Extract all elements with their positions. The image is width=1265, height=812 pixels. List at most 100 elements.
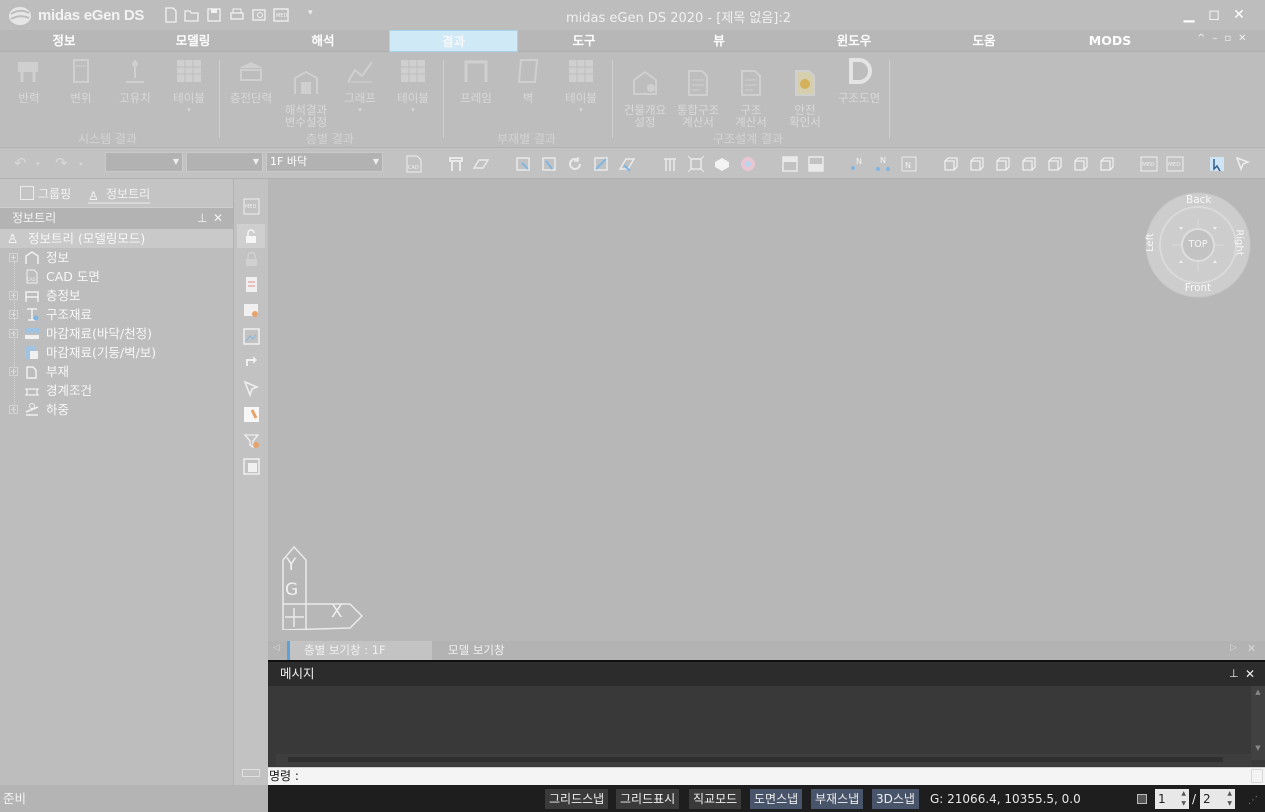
displacement-button[interactable]: 변위 [60, 56, 102, 104]
menu-results[interactable]: 결과 [389, 30, 518, 52]
slab-view-icon[interactable] [472, 155, 490, 173]
node-link-icon[interactable]: N [874, 155, 892, 173]
view-iso-1-icon[interactable] [942, 155, 960, 173]
med-icon[interactable]: MED [243, 198, 260, 215]
page-checkbox[interactable] [1137, 794, 1147, 804]
med-import-icon[interactable]: MED [1166, 155, 1184, 173]
zoom-fit-icon[interactable] [687, 155, 705, 173]
menu-view[interactable]: 뷰 [649, 30, 789, 52]
select-cross-icon[interactable] [592, 155, 610, 173]
column-view-icon[interactable] [447, 155, 465, 173]
highlight-icon[interactable] [243, 406, 260, 423]
graph-button[interactable]: 그래프 ▾ [338, 56, 382, 116]
filter-select-icon[interactable] [243, 432, 260, 449]
command-line[interactable]: 명령 : [268, 767, 1265, 785]
toggle-3d-snap[interactable]: 3D스냅 [872, 789, 919, 809]
menu-help[interactable]: 도움 [919, 30, 1049, 52]
toggle-drawing-snap[interactable]: 도면스냅 [750, 789, 803, 809]
refresh-icon[interactable] [566, 155, 584, 173]
select-window-icon[interactable] [514, 155, 532, 173]
story-shear-button[interactable]: 층전단력 [226, 56, 276, 104]
view-cube-back[interactable]: Back [1186, 194, 1212, 206]
lock-icon[interactable] [243, 251, 260, 268]
structural-calc-button[interactable]: 구조 계산서 [728, 56, 774, 140]
ribbon-window-controls[interactable]: ^–▫✕ [1197, 33, 1254, 44]
tree-item-story[interactable]: + 층정보 [0, 286, 233, 305]
panel-close-icon[interactable]: ✕ [213, 208, 223, 229]
view-cube-top[interactable]: TOP [1186, 239, 1210, 250]
image-window-icon[interactable] [243, 328, 260, 345]
message-pin-icon[interactable]: ⊥ [1229, 662, 1239, 686]
resize-grip-icon[interactable]: ⋰ [1248, 795, 1258, 806]
view-cube-right[interactable]: Right [1234, 229, 1245, 255]
safety-check-button[interactable]: 안전 확인서 [782, 56, 828, 140]
cad-icon[interactable]: CAD [405, 155, 423, 173]
view-back-icon[interactable] [1020, 155, 1038, 173]
tab-model-view[interactable]: 모델 보기창 [448, 641, 548, 660]
menu-analysis[interactable]: 해석 [258, 30, 388, 52]
member-table-button[interactable]: 테이블 ▾ [558, 56, 604, 116]
node-grid-icon[interactable]: N [900, 155, 918, 173]
message-close-icon[interactable]: ✕ [1245, 662, 1255, 686]
floor-combo[interactable]: 1F 바닥 ▼ [266, 152, 383, 172]
model-canvas[interactable]: Back Front Left Right TOP Y G X [268, 179, 1265, 641]
tab-info-tree[interactable]: ♙ 정보트리 [88, 184, 151, 204]
undo-dropdown-icon[interactable]: ▾ [36, 160, 40, 168]
toggle-member-snap[interactable]: 부재스냅 [811, 789, 864, 809]
message-hscrollbar[interactable] [276, 754, 1251, 766]
window-select-icon[interactable] [243, 458, 260, 475]
solid-view-icon[interactable] [713, 155, 731, 173]
pointer-icon[interactable] [1208, 155, 1226, 173]
page-current-spinner[interactable]: 1 ▲ ▼ [1155, 789, 1189, 809]
unit-force-combo[interactable]: ▼ [105, 152, 183, 172]
menu-info[interactable]: 정보 [0, 30, 128, 52]
menu-tools[interactable]: 도구 [519, 30, 649, 52]
scroll-right-icon[interactable]: ▷ [1230, 643, 1237, 653]
frame-display-icon[interactable] [661, 155, 679, 173]
wall-button[interactable]: 벽 [508, 56, 548, 104]
tree-item-finish-floor[interactable]: + 마감재료(바닥/천정) [0, 324, 233, 343]
tab-grouping[interactable]: 그룹핑 [20, 184, 71, 204]
view-iso-2-icon[interactable] [968, 155, 986, 173]
redo-dropdown-icon[interactable]: ▾ [79, 160, 83, 168]
eigenvalue-button[interactable]: 고유치 [112, 56, 158, 104]
menu-modeling[interactable]: 모델링 [128, 30, 258, 52]
tree-item-cad[interactable]: CAD CAD 도면 [0, 267, 233, 286]
view-front-icon[interactable] [994, 155, 1012, 173]
select-plane-icon[interactable] [618, 155, 636, 173]
tree-root[interactable]: ♙ 정보트리 (모델링모드) [0, 229, 233, 248]
view-left-icon[interactable] [1046, 155, 1064, 173]
tree-item-member[interactable]: + 부재 [0, 362, 233, 381]
toggle-grid-snap[interactable]: 그리드스냅 [545, 789, 609, 809]
reaction-button[interactable]: 반력 [8, 56, 50, 104]
structural-drawing-button[interactable]: 구조도면 [832, 56, 886, 104]
toggle-ortho-mode[interactable]: 직교모드 [689, 789, 742, 809]
tree-item-finish-column[interactable]: 마감재료(기둥/벽/보) [0, 343, 233, 362]
pin-icon[interactable]: ⊥ [197, 208, 207, 229]
frame-button[interactable]: 프레임 [452, 56, 500, 104]
system-table-button[interactable]: 테이블 ▾ [166, 56, 212, 116]
building-overview-button[interactable]: 건물개요 설정 [618, 56, 672, 140]
view-bottom-panel-icon[interactable] [807, 155, 825, 173]
menu-window[interactable]: 윈도우 [789, 30, 919, 52]
med-export-icon[interactable]: MED [1140, 155, 1158, 173]
minimize-icon[interactable]: ▁ [1180, 7, 1198, 23]
redo-icon[interactable]: ↷ [55, 154, 68, 172]
page-total-spinner[interactable]: 2 ▲ ▼ [1200, 789, 1235, 809]
tab-story-view[interactable]: 층별 보기창 : 1F [287, 641, 432, 660]
unlock-button[interactable] [237, 224, 265, 248]
view-top-panel-icon[interactable] [781, 155, 799, 173]
view-cube-left[interactable]: Left [1145, 233, 1156, 252]
tab-close-icon[interactable]: ✕ [1247, 642, 1256, 655]
collapse-toolbar-icon[interactable] [242, 769, 260, 777]
undo-icon[interactable]: ↶ [14, 154, 27, 172]
tree-item-info[interactable]: + 정보 [0, 248, 233, 267]
result-variable-button[interactable]: 해석결과 변수설정 [280, 56, 332, 140]
select-polygon-icon[interactable] [540, 155, 558, 173]
expand-icon[interactable]: + [9, 253, 18, 262]
unit-length-combo[interactable]: ▼ [186, 152, 263, 172]
scroll-left-icon[interactable]: ◁ [273, 643, 280, 653]
tree-item-material[interactable]: + 구조재료 [0, 305, 233, 324]
select-cursor-icon[interactable] [243, 380, 260, 397]
view-right-icon[interactable] [1072, 155, 1090, 173]
